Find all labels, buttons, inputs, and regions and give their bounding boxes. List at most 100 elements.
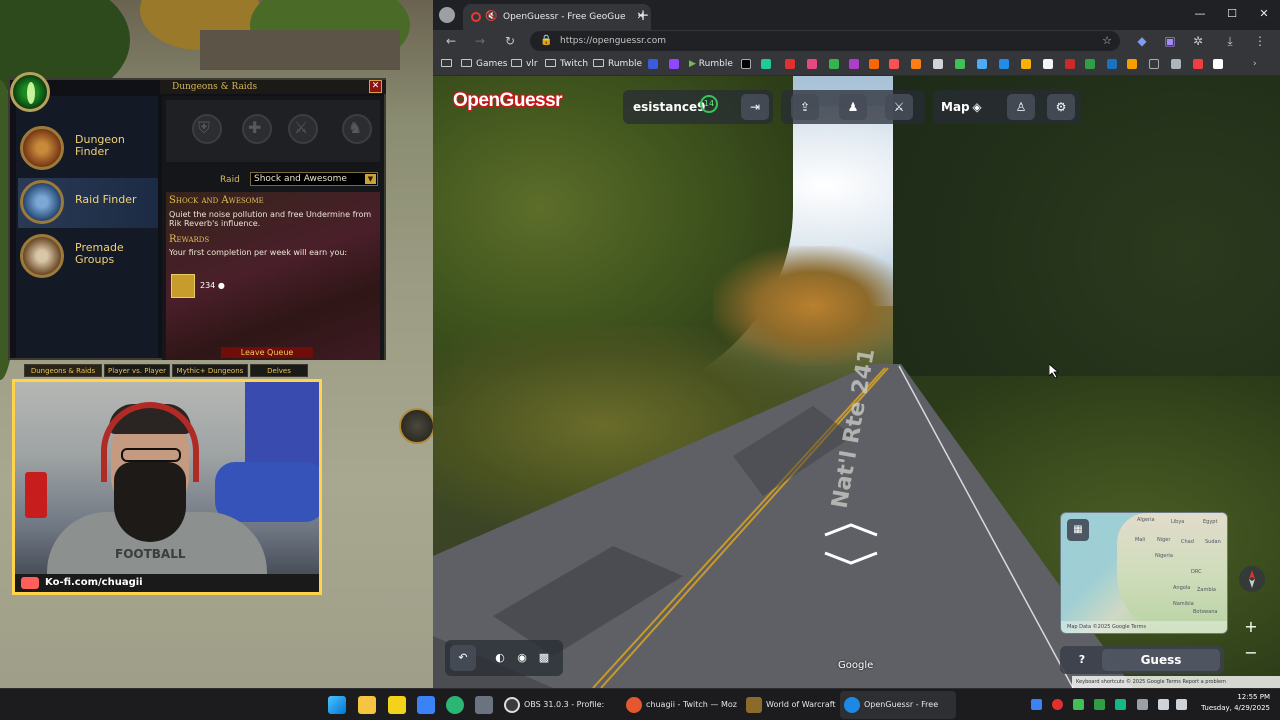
sidebar-item-premade-groups[interactable]: Premade Groups [18,232,158,282]
tab-delves[interactable]: Delves [250,364,308,377]
leader-role-icon[interactable]: ♞ [342,114,372,144]
discord-icon[interactable]: ▩ [531,645,557,671]
minimap-button-icon[interactable] [399,408,435,444]
system-clock[interactable]: 12:55 PM Tuesday, 4/29/2025 [1190,692,1270,714]
healer-role-icon[interactable]: ✚ [242,114,272,144]
edge-icon[interactable] [446,696,464,714]
zoom-in-button[interactable]: + [1240,616,1262,638]
tray-app-icon[interactable] [1052,699,1063,710]
bookmark-icon[interactable] [785,59,795,69]
move-forward-arrow-icon[interactable] [823,522,879,537]
address-bar[interactable]: 🔒 https://openguessr.com ☆ [530,31,1120,51]
minimize-button[interactable]: — [1185,4,1215,24]
maximize-button[interactable]: ☐ [1217,4,1247,24]
chevron-down-icon[interactable]: ▼ [365,174,376,184]
bookmark-icon[interactable] [889,59,899,69]
notepad-icon[interactable] [417,696,435,714]
bookmark-rumble[interactable]: ▶ Rumble [689,52,733,76]
map-toggle-icon[interactable]: ▦ [1067,519,1089,541]
bookmark-icon[interactable] [869,59,879,69]
extension-icon[interactable]: ◆ [1133,32,1151,50]
damage-role-icon[interactable]: ⚔ [288,114,318,144]
sidebar-item-dungeon-finder[interactable]: Dungeon Finder [18,124,158,174]
bookmark-folder-rumble[interactable]: Rumble [593,52,642,76]
mute-speaker-icon[interactable]: 🔇 [485,4,497,30]
bookmark-twitch-icon[interactable] [669,59,679,69]
bookmark-icon[interactable] [648,59,658,69]
guess-minimap[interactable]: ▦ Algeria Libya Egypt Mali Niger Chad Su… [1060,512,1228,634]
username[interactable]: esistance9 [627,94,739,120]
microphone-icon[interactable] [1137,699,1148,710]
site-info-icon[interactable]: 🔒 [540,31,552,51]
taskbar-app-openguessr[interactable]: OpenGuessr - Free Geo [840,691,956,719]
zoom-out-button[interactable]: − [1240,642,1262,664]
bookmark-icon[interactable] [849,59,859,69]
multiplayer-icon[interactable]: ♟ [839,94,867,120]
help-button[interactable]: ? [1064,649,1100,671]
taskbar-app-wow[interactable]: World of Warcraft [742,691,838,719]
bookmark-icon[interactable] [1021,59,1031,69]
close-button[interactable]: ✕ [369,80,382,93]
tab-pvp[interactable]: Player vs. Player [104,364,170,377]
gear-icon[interactable]: ⚙ [1047,94,1075,120]
bookmark-icon[interactable] [1149,59,1159,69]
bookmark-folder-games[interactable]: Games [461,52,507,76]
profile-icon[interactable] [439,7,455,23]
street-view[interactable]: Nat'l Rte 241 Google OpenGuessr esistanc… [433,76,1280,688]
battle-icon[interactable]: ⚔ [885,94,913,120]
bookmark-icon[interactable] [1107,59,1117,69]
taskbar-app-firefox[interactable]: chuagii - Twitch — Moz [622,691,740,719]
network-icon[interactable] [1158,699,1169,710]
more-bookmarks-icon[interactable]: › [1253,52,1257,76]
bookmark-icon[interactable] [1171,59,1181,69]
bookmark-kick-icon[interactable] [829,59,839,69]
person-icon[interactable]: ♙ [1007,94,1035,120]
tank-role-icon[interactable]: ⛨ [192,114,222,144]
bookmark-icon[interactable] [1085,59,1095,69]
tab-dungeons-raids[interactable]: Dungeons & Raids [24,364,102,377]
openguessr-logo[interactable]: OpenGuessr [453,90,563,112]
file-explorer-icon[interactable] [358,696,376,714]
bookmark-icon[interactable] [911,59,921,69]
undo-icon[interactable]: ↶ [450,645,476,671]
tray-app-icon[interactable] [1094,699,1105,710]
forward-arrow-icon[interactable]: → [471,32,489,50]
bookmark-folder-vlr[interactable]: vlr [511,52,538,76]
bookmark-icon[interactable] [955,59,965,69]
tray-play-icon[interactable] [1073,699,1084,710]
twitch-extension-icon[interactable]: ▣ [1161,32,1179,50]
bookmark-icon[interactable] [1043,59,1053,69]
bookmark-tt-icon[interactable] [761,59,771,69]
bookmark-instagram-icon[interactable] [807,59,817,69]
logout-icon[interactable]: ⇥ [741,94,769,120]
bookmark-icon[interactable] [1065,59,1075,69]
taskbar-app-obs[interactable]: OBS 31.0.3 - Profile: Twit [500,691,620,719]
calculator-icon[interactable] [475,696,493,714]
layers-icon[interactable]: ◈ [963,94,991,120]
bookmark-icon[interactable] [1127,59,1137,69]
start-menu-icon[interactable] [328,696,346,714]
new-tab-button[interactable]: + [633,4,653,26]
sticky-notes-icon[interactable] [388,696,406,714]
reward-coin-icon[interactable] [171,274,195,298]
tray-app-icon[interactable] [1115,699,1126,710]
bookmark-icon[interactable] [977,59,987,69]
bookmark-icon[interactable] [933,59,943,69]
bookmark-folder-icon[interactable] [441,52,456,76]
move-back-arrow-icon[interactable] [823,550,879,565]
upload-icon[interactable]: ⇪ [791,94,819,120]
guess-button[interactable]: Guess [1102,649,1220,671]
bookmark-icon[interactable] [999,59,1009,69]
maps-footer[interactable]: Keyboard shortcuts © 2025 Google Terms R… [1072,676,1280,688]
raid-dropdown[interactable]: Shock and Awesome ▼ [250,172,378,186]
back-arrow-icon[interactable]: ← [442,32,460,50]
sidebar-item-raid-finder[interactable]: Raid Finder [18,178,158,228]
tray-bluetooth-icon[interactable] [1031,699,1042,710]
bookmark-icon[interactable] [1193,59,1203,69]
tab-openguessr[interactable]: 🔇 OpenGuessr - Free GeoGue ✕ [463,4,651,30]
bookmark-star-icon[interactable]: ☆ [1102,31,1112,51]
menu-icon[interactable]: ⋮ [1251,32,1269,50]
volume-icon[interactable] [1176,699,1187,710]
leave-queue-button[interactable]: Leave Queue [221,347,313,358]
bookmark-icon[interactable] [1213,59,1223,69]
